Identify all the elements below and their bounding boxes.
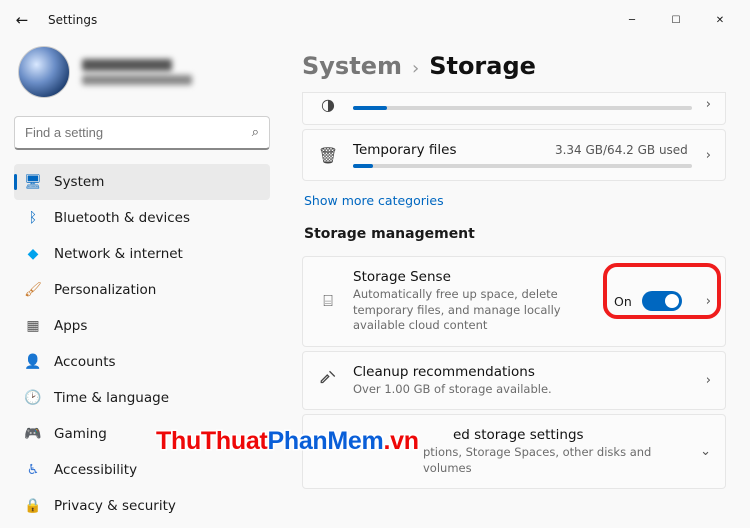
search-icon: ⌕ <box>252 125 259 140</box>
back-button[interactable]: ← <box>8 11 36 29</box>
chevron-right-icon: › <box>706 148 711 163</box>
nav-icon: 🖥 <box>24 173 42 191</box>
storage-sense-row[interactable]: ⌸ Storage Sense Automatically free up sp… <box>302 256 726 347</box>
chevron-right-icon: › <box>706 373 711 388</box>
chevron-right-icon: › <box>706 97 711 112</box>
advanced-desc-partial: ptions, Storage Spaces, other disks and … <box>353 445 686 476</box>
titlebar: ← Settings ─ ☐ ✕ <box>0 0 750 40</box>
sidebar-item-apps[interactable]: ▦ Apps <box>14 308 270 344</box>
sidebar-item-network-internet[interactable]: ◆ Network & internet <box>14 236 270 272</box>
search-box[interactable]: ⌕ <box>14 116 270 150</box>
nav-label: Apps <box>54 318 87 334</box>
sidebar: ⌕ 🖥 System ᛒ Bluetooth & devices ◆ Network & … <box>0 40 280 528</box>
storage-sense-title: Storage Sense <box>353 269 600 285</box>
sidebar-item-accessibility[interactable]: ♿ Accessibility <box>14 452 270 488</box>
usage-bar <box>353 164 692 168</box>
category-icon: ◑ <box>317 95 339 114</box>
nav-icon: 🕑 <box>24 389 42 407</box>
nav-icon: ♿ <box>24 461 42 479</box>
avatar <box>18 46 70 98</box>
nav-icon: 🔒 <box>24 497 42 515</box>
usage-bar <box>353 106 692 110</box>
nav-list: 🖥 System ᛒ Bluetooth & devices ◆ Network & in… <box>14 164 270 528</box>
nav-label: System <box>54 174 104 190</box>
advanced-title-partial: ed storage settings <box>353 427 686 443</box>
nav-label: Privacy & security <box>54 498 176 514</box>
storage-sense-desc: Automatically free up space, delete temp… <box>353 287 600 334</box>
minimize-button[interactable]: ─ <box>610 5 654 35</box>
nav-label: Time & language <box>54 390 169 406</box>
section-header: Storage management <box>304 226 726 242</box>
nav-label: Bluetooth & devices <box>54 210 190 226</box>
sidebar-item-time-language[interactable]: 🕑 Time & language <box>14 380 270 416</box>
breadcrumb-parent[interactable]: System <box>302 52 402 80</box>
sidebar-item-bluetooth-devices[interactable]: ᛒ Bluetooth & devices <box>14 200 270 236</box>
nav-label: Accounts <box>54 354 116 370</box>
search-input[interactable] <box>25 125 252 140</box>
nav-icon: ᛒ <box>24 209 42 227</box>
breadcrumb: System › Storage <box>302 52 726 80</box>
nav-label: Network & internet <box>54 246 183 262</box>
cleanup-desc: Over 1.00 GB of storage available. <box>353 382 653 398</box>
sidebar-item-accounts[interactable]: 👤 Accounts <box>14 344 270 380</box>
trash-icon: 🗑 <box>317 146 339 165</box>
sidebar-item-privacy-security[interactable]: 🔒 Privacy & security <box>14 488 270 524</box>
chevron-down-icon: ⌄ <box>700 444 711 459</box>
close-button[interactable]: ✕ <box>698 5 742 35</box>
nav-icon: 👤 <box>24 353 42 371</box>
sidebar-item-personalization[interactable]: 🖌 Personalization <box>14 272 270 308</box>
storage-row-prev[interactable]: ◑ › <box>302 92 726 125</box>
nav-label: Gaming <box>54 426 107 442</box>
nav-label: Accessibility <box>54 462 137 478</box>
main-content: System › Storage ◑ › 🗑 Temporary files 3… <box>280 40 750 528</box>
temp-files-title: Temporary files <box>353 142 457 158</box>
broom-icon <box>317 369 339 391</box>
temp-files-usage: 3.34 GB/64.2 GB used <box>555 143 688 157</box>
temporary-files-row[interactable]: 🗑 Temporary files 3.34 GB/64.2 GB used › <box>302 129 726 181</box>
nav-icon: 🎮 <box>24 425 42 443</box>
chevron-right-icon: › <box>412 58 419 79</box>
sidebar-item-system[interactable]: 🖥 System <box>14 164 270 200</box>
sidebar-item-gaming[interactable]: 🎮 Gaming <box>14 416 270 452</box>
maximize-button[interactable]: ☐ <box>654 5 698 35</box>
cleanup-recommendations-row[interactable]: Cleanup recommendations Over 1.00 GB of … <box>302 351 726 411</box>
window-title: Settings <box>48 13 97 27</box>
cleanup-title: Cleanup recommendations <box>353 364 692 380</box>
nav-icon: ▦ <box>24 317 42 335</box>
storage-sense-toggle[interactable] <box>642 291 682 311</box>
toggle-state-label: On <box>614 294 632 309</box>
nav-icon: 🖌 <box>24 281 42 299</box>
storage-sense-icon: ⌸ <box>317 291 339 311</box>
chevron-right-icon: › <box>706 294 711 309</box>
page-title: Storage <box>429 52 536 80</box>
profile-section[interactable] <box>14 40 270 112</box>
nav-label: Personalization <box>54 282 156 298</box>
nav-icon: ◆ <box>24 245 42 263</box>
advanced-storage-row[interactable]: ed storage settings ptions, Storage Spac… <box>302 414 726 489</box>
show-more-link[interactable]: Show more categories <box>304 193 726 208</box>
profile-identity-blurred <box>82 59 192 85</box>
